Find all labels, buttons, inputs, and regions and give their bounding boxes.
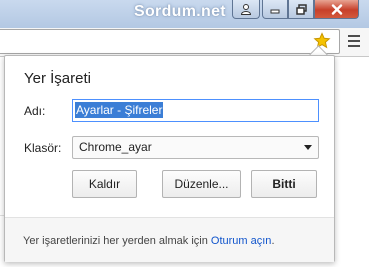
footer-message: Yer işaretlerinizi her yerden almak için [23,235,211,247]
name-label: Adı: [24,104,46,118]
bubble-title: Yer İşareti [24,70,91,87]
folder-label: Klasör: [24,141,62,155]
remove-button[interactable]: Kaldır [72,170,137,198]
user-profile-button[interactable] [232,0,260,19]
close-button[interactable] [314,0,359,19]
edit-button[interactable]: Düzenle... [162,170,241,198]
folder-select[interactable]: Chrome_ayar [72,136,319,159]
sign-in-link[interactable]: Oturum açın [211,235,272,247]
watermark-text: Sordum.net [134,3,226,20]
bubble-footer: Yer işaretlerinizi her yerden almak için… [5,217,334,262]
minimize-button[interactable] [262,0,288,19]
bookmark-bubble: Yer İşareti Adı: Ayarlar - Şifreler Klas… [4,55,335,262]
maximize-button[interactable] [288,0,314,19]
folder-select-value: Chrome_ayar [79,140,152,154]
done-button[interactable]: Bitti [251,170,317,198]
footer-text: Yer işaretlerinizi her yerden almak için… [23,235,275,247]
name-input-value: Ayarlar - Şifreler [75,102,164,118]
maximize-icon [295,3,307,15]
chevron-down-icon [304,145,312,150]
user-icon [240,4,252,15]
name-input[interactable]: Ayarlar - Şifreler [72,99,319,122]
close-icon [331,3,342,15]
window-title-bar: Sordum.net [0,0,369,28]
menu-icon[interactable] [348,35,360,50]
footer-period: . [271,235,275,247]
minimize-icon [270,9,280,14]
address-bar[interactable] [0,29,340,54]
